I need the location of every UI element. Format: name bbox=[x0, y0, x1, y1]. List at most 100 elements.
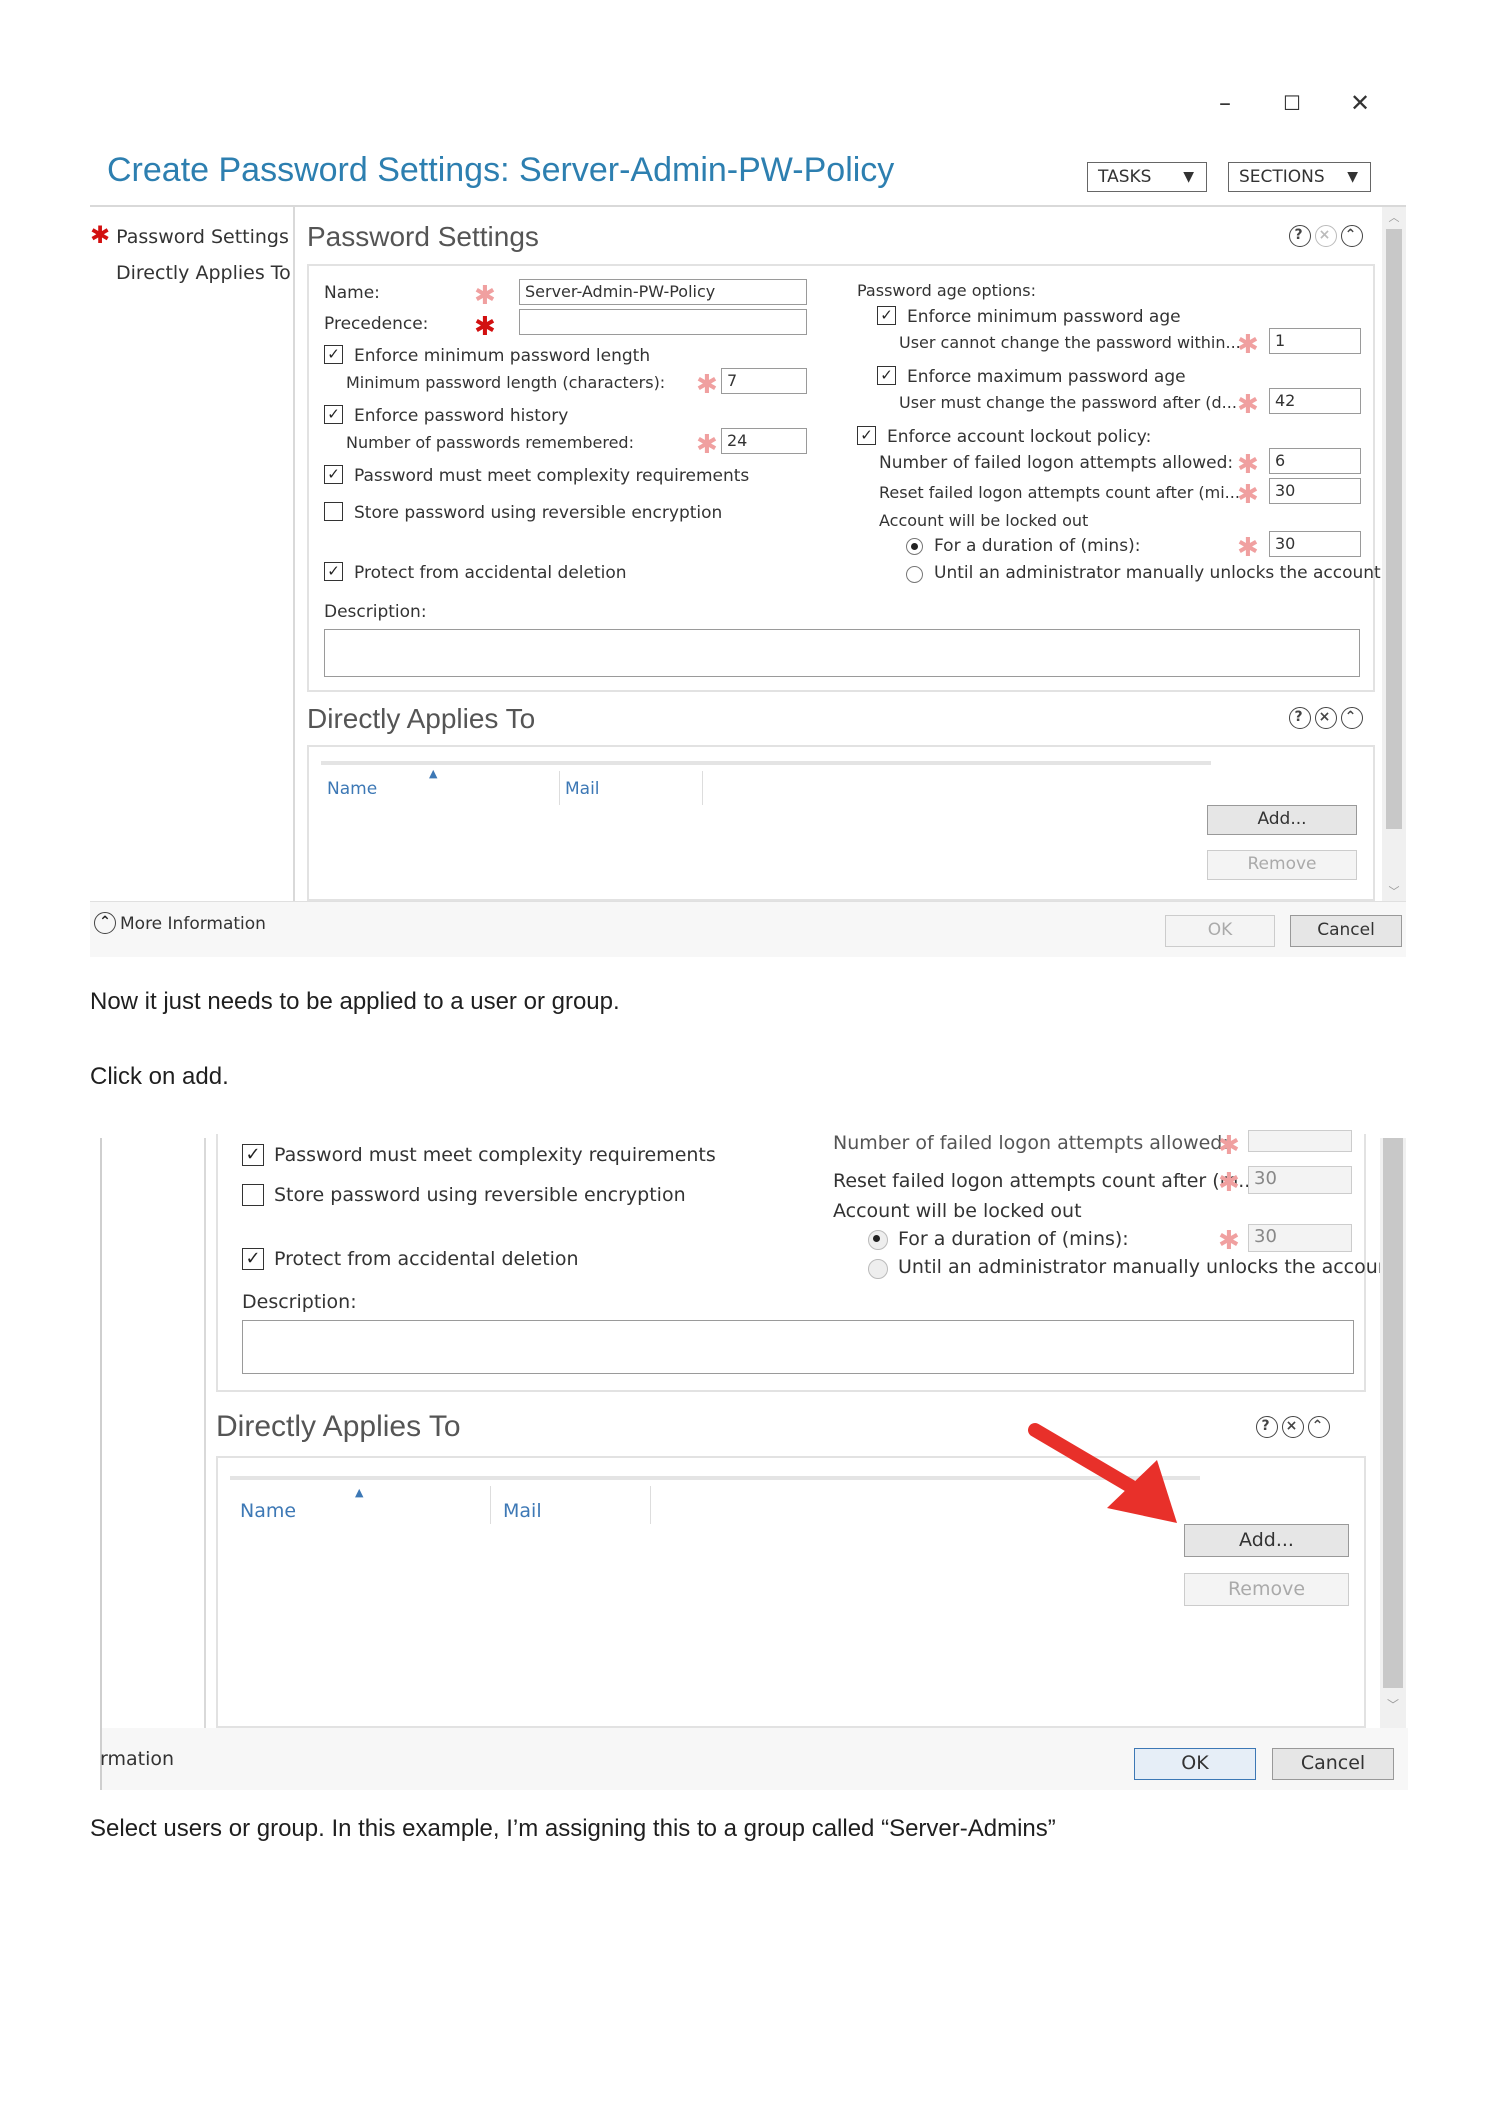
section-controls: ? × ⌃ bbox=[1285, 705, 1363, 729]
collapse-icon[interactable]: ⌃ bbox=[1341, 225, 1363, 247]
reset-count-field[interactable]: 30 bbox=[1269, 478, 1361, 504]
close-icon[interactable]: ✕ bbox=[1340, 85, 1380, 121]
arrow-head bbox=[1107, 1460, 1177, 1523]
remove-button[interactable]: Remove bbox=[1207, 850, 1357, 880]
min-length-field[interactable]: 7 bbox=[721, 368, 807, 394]
lockout-policy-checkbox[interactable]: ✓ bbox=[857, 426, 876, 445]
instruction-paragraph-2: Click on add. bbox=[90, 1063, 229, 1090]
enforce-min-age-checkbox[interactable]: ✓ bbox=[877, 306, 896, 325]
ok-button[interactable]: OK bbox=[1165, 915, 1275, 947]
more-info-collapse-icon[interactable]: ⌃ bbox=[94, 912, 116, 934]
nav-item-password-settings[interactable]: ✱ Password Settings bbox=[90, 221, 289, 249]
cancel-button[interactable]: Cancel bbox=[1272, 1748, 1394, 1780]
help-icon[interactable]: ? bbox=[1289, 225, 1311, 247]
instruction-paragraph-3: Select users or group. In this example, … bbox=[90, 1815, 1056, 1842]
required-star-icon: ✱ bbox=[1237, 533, 1259, 563]
help-icon[interactable]: ? bbox=[1289, 707, 1311, 729]
column-header-name[interactable]: Name bbox=[327, 779, 377, 799]
minimize-icon[interactable]: – bbox=[1205, 85, 1245, 121]
protect-checkbox[interactable]: ✓ bbox=[324, 562, 343, 581]
section-controls: ? × ⌃ bbox=[1285, 223, 1363, 247]
precedence-label: Precedence: bbox=[324, 314, 429, 334]
sort-ascending-icon: ▲ bbox=[429, 767, 438, 780]
vertical-scrollbar[interactable]: ﹀ bbox=[1380, 1138, 1406, 1728]
enforce-min-length-checkbox[interactable]: ✓ bbox=[324, 345, 343, 364]
min-age-field[interactable]: 1 bbox=[1269, 328, 1361, 354]
lockout-policy-label: Enforce account lockout policy: bbox=[887, 427, 1152, 447]
more-information-link[interactable]: rmation bbox=[100, 1748, 174, 1770]
description-label: Description: bbox=[324, 602, 427, 622]
tasks-button[interactable]: TASKS ▼ bbox=[1087, 162, 1207, 192]
required-star-icon: ✱ bbox=[1237, 480, 1259, 510]
tasks-label: TASKS bbox=[1098, 167, 1152, 187]
until-admin-label: Until an administrator manually unlocks … bbox=[934, 563, 1381, 583]
enforce-min-age-label: Enforce minimum password age bbox=[907, 307, 1181, 327]
reset-count-label: Reset failed logon attempts count after … bbox=[879, 483, 1240, 502]
failed-attempts-field[interactable]: 6 bbox=[1269, 448, 1361, 474]
until-admin-radio[interactable] bbox=[906, 566, 923, 583]
scroll-down-icon[interactable]: ﹀ bbox=[1382, 883, 1406, 899]
max-age-label: User must change the password after (d..… bbox=[899, 393, 1237, 412]
duration-field[interactable]: 30 bbox=[1269, 531, 1361, 557]
enforce-max-age-checkbox[interactable]: ✓ bbox=[877, 366, 896, 385]
ok-button[interactable]: OK bbox=[1134, 1748, 1256, 1780]
min-age-label: User cannot change the password within..… bbox=[899, 333, 1241, 352]
sections-label: SECTIONS bbox=[1239, 167, 1325, 187]
add-button[interactable]: Add... bbox=[1207, 805, 1357, 835]
password-settings-panel: Name: ✱ Server-Admin-PW-Policy Precedenc… bbox=[307, 264, 1381, 692]
enforce-history-label: Enforce password history bbox=[354, 406, 569, 426]
duration-radio[interactable] bbox=[906, 538, 923, 555]
history-label: Number of passwords remembered: bbox=[346, 433, 634, 452]
left-nav: ✱ Password Settings Directly Applies To bbox=[90, 207, 295, 901]
vertical-scrollbar[interactable]: ︿ ﹀ bbox=[1382, 207, 1406, 901]
maximize-icon[interactable]: ☐ bbox=[1272, 85, 1312, 121]
complexity-checkbox[interactable]: ✓ bbox=[324, 465, 343, 484]
name-field[interactable]: Server-Admin-PW-Policy bbox=[519, 279, 807, 305]
precedence-field[interactable] bbox=[519, 309, 807, 335]
required-star-icon: ✱ bbox=[90, 221, 111, 249]
list-header-bar bbox=[321, 761, 1211, 765]
enforce-history-checkbox[interactable]: ✓ bbox=[324, 405, 343, 424]
scroll-thumb[interactable] bbox=[1383, 1138, 1403, 1688]
column-header-mail[interactable]: Mail bbox=[565, 779, 600, 799]
close-section-icon[interactable]: × bbox=[1315, 707, 1337, 729]
cancel-button[interactable]: Cancel bbox=[1290, 915, 1402, 947]
red-arrow-annotation bbox=[1028, 1423, 1177, 1523]
dialog-title: Create Password Settings: Server-Admin-P… bbox=[107, 151, 895, 189]
failed-attempts-label: Number of failed logon attempts allowed: bbox=[879, 453, 1234, 473]
reversible-checkbox[interactable] bbox=[324, 502, 343, 521]
main-content: Password Settings ? × ⌃ Name: ✱ Server-Adm… bbox=[297, 207, 1382, 901]
name-label: Name: bbox=[324, 283, 380, 303]
required-star-icon: ✱ bbox=[474, 281, 496, 311]
required-star-icon: ✱ bbox=[1237, 390, 1259, 420]
scroll-thumb[interactable] bbox=[1386, 229, 1402, 829]
scroll-up-icon[interactable]: ︿ bbox=[1382, 209, 1406, 225]
dropdown-arrow-icon: ▼ bbox=[1347, 169, 1358, 185]
reversible-label: Store password using reversible encrypti… bbox=[354, 503, 723, 523]
min-length-label: Minimum password length (characters): bbox=[346, 373, 666, 392]
history-field[interactable]: 24 bbox=[721, 428, 807, 454]
more-information-link[interactable]: More Information bbox=[120, 914, 266, 934]
required-star-icon: ✱ bbox=[474, 312, 496, 342]
max-age-field[interactable]: 42 bbox=[1269, 388, 1361, 414]
dialog-screenshot-1: – ☐ ✕ Create Password Settings: Server-A… bbox=[90, 85, 1406, 957]
sections-button[interactable]: SECTIONS ▼ bbox=[1228, 162, 1371, 192]
scroll-down-icon[interactable]: ﹀ bbox=[1380, 1696, 1406, 1713]
required-star-icon: ✱ bbox=[1237, 450, 1259, 480]
duration-label: For a duration of (mins): bbox=[934, 536, 1141, 556]
age-options-label: Password age options: bbox=[857, 281, 1037, 300]
description-field[interactable] bbox=[324, 629, 1360, 677]
dialog-footer: ⌃ More Information OK Cancel bbox=[90, 901, 1406, 957]
column-divider bbox=[702, 771, 703, 805]
required-star-icon: ✱ bbox=[696, 370, 718, 400]
column-divider bbox=[559, 771, 560, 805]
enforce-min-length-label: Enforce minimum password length bbox=[354, 346, 651, 366]
arrow-shaft bbox=[1028, 1423, 1149, 1500]
nav-label: Password Settings bbox=[116, 226, 289, 248]
dialog-screenshot-2: ✓ Password must meet complexity requirem… bbox=[100, 1130, 1408, 1790]
nav-item-directly-applies-to[interactable]: Directly Applies To bbox=[116, 262, 291, 284]
applies-to-panel: Name ▲ Mail Add... Remove bbox=[307, 745, 1375, 901]
dialog-footer: rmation OK Cancel bbox=[100, 1728, 1408, 1790]
locked-out-label: Account will be locked out bbox=[879, 511, 1089, 530]
collapse-icon[interactable]: ⌃ bbox=[1341, 707, 1363, 729]
